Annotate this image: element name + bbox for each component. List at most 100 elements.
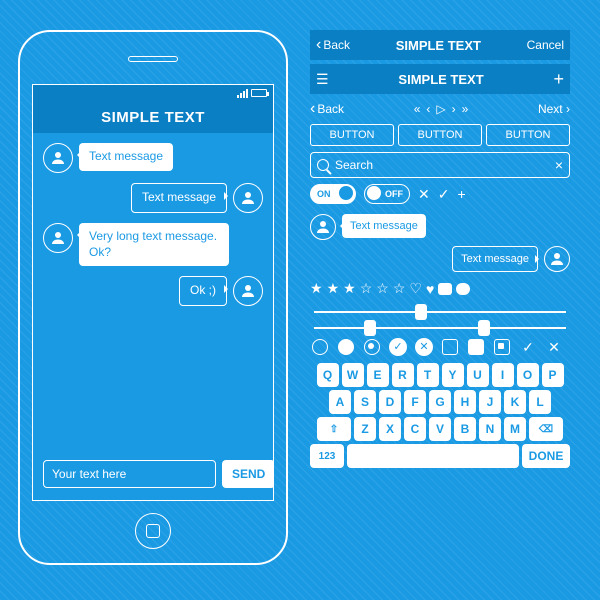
next-icon[interactable]: › bbox=[452, 102, 456, 116]
generic-button[interactable]: BUTTON bbox=[310, 124, 394, 146]
clear-icon[interactable]: × bbox=[555, 157, 563, 173]
key[interactable]: R bbox=[392, 363, 414, 387]
key[interactable]: V bbox=[429, 417, 451, 441]
message-bubble: Text message bbox=[342, 214, 426, 238]
button-row: BUTTON BUTTON BUTTON bbox=[310, 124, 570, 146]
pager-back[interactable]: Back bbox=[310, 100, 344, 118]
key[interactable]: C bbox=[404, 417, 426, 441]
key[interactable]: H bbox=[454, 390, 476, 414]
slider-single[interactable] bbox=[314, 311, 566, 313]
key[interactable]: D bbox=[379, 390, 401, 414]
key[interactable]: T bbox=[417, 363, 439, 387]
star-icon[interactable]: ☆ bbox=[376, 280, 389, 297]
phone-screen: SIMPLE TEXT Text message Text message Ve… bbox=[32, 84, 274, 501]
circle-check-icon[interactable]: ✓ bbox=[388, 337, 408, 357]
key[interactable]: J bbox=[479, 390, 501, 414]
x-icon[interactable]: ✕ bbox=[544, 337, 564, 357]
chat-round-icon[interactable] bbox=[456, 283, 470, 295]
keyboard-row: 123 DONE bbox=[310, 444, 570, 468]
rewind-icon[interactable]: « bbox=[414, 102, 421, 116]
checkbox-selected[interactable] bbox=[492, 337, 512, 357]
play-icon[interactable]: ▷ bbox=[436, 102, 445, 116]
key[interactable]: L bbox=[529, 390, 551, 414]
key[interactable]: X bbox=[379, 417, 401, 441]
key[interactable]: A bbox=[329, 390, 351, 414]
backspace-key[interactable]: ⌫ bbox=[529, 417, 563, 441]
app-title-bar: SIMPLE TEXT bbox=[33, 101, 273, 133]
pager-arrows: « ‹ ▷ › » bbox=[414, 102, 469, 116]
star-icon[interactable]: ☆ bbox=[360, 280, 373, 297]
menu-icon[interactable]: ☰ bbox=[316, 71, 329, 88]
radio-filled[interactable] bbox=[336, 337, 356, 357]
avatar-icon bbox=[233, 183, 263, 213]
message-row: Text message bbox=[310, 214, 570, 240]
heart-outline-icon[interactable]: ♡ bbox=[409, 280, 422, 297]
star-icon[interactable]: ★ bbox=[343, 280, 356, 297]
plus-icon[interactable]: + bbox=[457, 186, 465, 203]
message-row: Very long text message. Ok? bbox=[43, 223, 263, 266]
slider-handle[interactable] bbox=[478, 320, 490, 336]
numeric-key[interactable]: 123 bbox=[310, 444, 344, 468]
key[interactable]: B bbox=[454, 417, 476, 441]
navbar-back-cancel: Back SIMPLE TEXT Cancel bbox=[310, 30, 570, 60]
circle-x-icon[interactable]: ✕ bbox=[414, 337, 434, 357]
key[interactable]: I bbox=[492, 363, 514, 387]
avatar-icon bbox=[233, 276, 263, 306]
message-row: Text message bbox=[43, 183, 263, 213]
send-button[interactable]: SEND bbox=[222, 460, 274, 488]
key[interactable]: N bbox=[479, 417, 501, 441]
symbol-row: ✓ ✕ ✓ ✕ bbox=[310, 337, 570, 357]
slider-handle[interactable] bbox=[364, 320, 376, 336]
ui-kit-panel: Back SIMPLE TEXT Cancel ☰ SIMPLE TEXT + … bbox=[310, 30, 570, 471]
done-key[interactable]: DONE bbox=[522, 444, 570, 468]
keyboard-row: A S D F G H J K L bbox=[310, 390, 570, 414]
space-key[interactable] bbox=[347, 444, 519, 468]
heart-icon[interactable]: ♥ bbox=[426, 281, 434, 297]
pager-next[interactable]: Next › bbox=[538, 102, 570, 116]
star-icon[interactable]: ☆ bbox=[393, 280, 406, 297]
close-icon[interactable]: ✕ bbox=[418, 186, 430, 203]
check-icon[interactable]: ✓ bbox=[438, 186, 450, 203]
toggle-on[interactable]: ON bbox=[310, 184, 356, 204]
key[interactable]: P bbox=[542, 363, 564, 387]
search-field[interactable]: × bbox=[310, 152, 570, 178]
message-row: Text message bbox=[43, 143, 263, 173]
home-button[interactable] bbox=[135, 513, 171, 549]
checkbox-filled[interactable] bbox=[466, 337, 486, 357]
key[interactable]: K bbox=[504, 390, 526, 414]
search-input[interactable] bbox=[335, 158, 555, 172]
key[interactable]: F bbox=[404, 390, 426, 414]
message-input[interactable] bbox=[43, 460, 216, 488]
key[interactable]: O bbox=[517, 363, 539, 387]
key[interactable]: S bbox=[354, 390, 376, 414]
radio-outline[interactable] bbox=[310, 337, 330, 357]
key[interactable]: Y bbox=[442, 363, 464, 387]
radio-selected[interactable] bbox=[362, 337, 382, 357]
toggle-off[interactable]: OFF bbox=[364, 184, 410, 204]
message-bubble: Text message bbox=[79, 143, 173, 171]
chat-bubble-icon[interactable] bbox=[438, 283, 452, 295]
key[interactable]: G bbox=[429, 390, 451, 414]
key[interactable]: U bbox=[467, 363, 489, 387]
back-button[interactable]: Back bbox=[316, 36, 350, 54]
star-icon[interactable]: ★ bbox=[327, 280, 340, 297]
status-bar bbox=[33, 85, 273, 101]
slider-handle[interactable] bbox=[415, 304, 427, 320]
add-icon[interactable]: + bbox=[553, 69, 564, 90]
check-icon[interactable]: ✓ bbox=[518, 337, 538, 357]
generic-button[interactable]: BUTTON bbox=[486, 124, 570, 146]
checkbox-outline[interactable] bbox=[440, 337, 460, 357]
generic-button[interactable]: BUTTON bbox=[398, 124, 482, 146]
key[interactable]: E bbox=[367, 363, 389, 387]
key[interactable]: Z bbox=[354, 417, 376, 441]
forward-icon[interactable]: » bbox=[462, 102, 469, 116]
navbar-title: SIMPLE TEXT bbox=[396, 38, 481, 53]
key[interactable]: W bbox=[342, 363, 364, 387]
key[interactable]: M bbox=[504, 417, 526, 441]
shift-key[interactable]: ⇧ bbox=[317, 417, 351, 441]
slider-range[interactable] bbox=[314, 327, 566, 329]
key[interactable]: Q bbox=[317, 363, 339, 387]
cancel-button[interactable]: Cancel bbox=[527, 38, 564, 52]
prev-icon[interactable]: ‹ bbox=[426, 102, 430, 116]
star-icon[interactable]: ★ bbox=[310, 280, 323, 297]
